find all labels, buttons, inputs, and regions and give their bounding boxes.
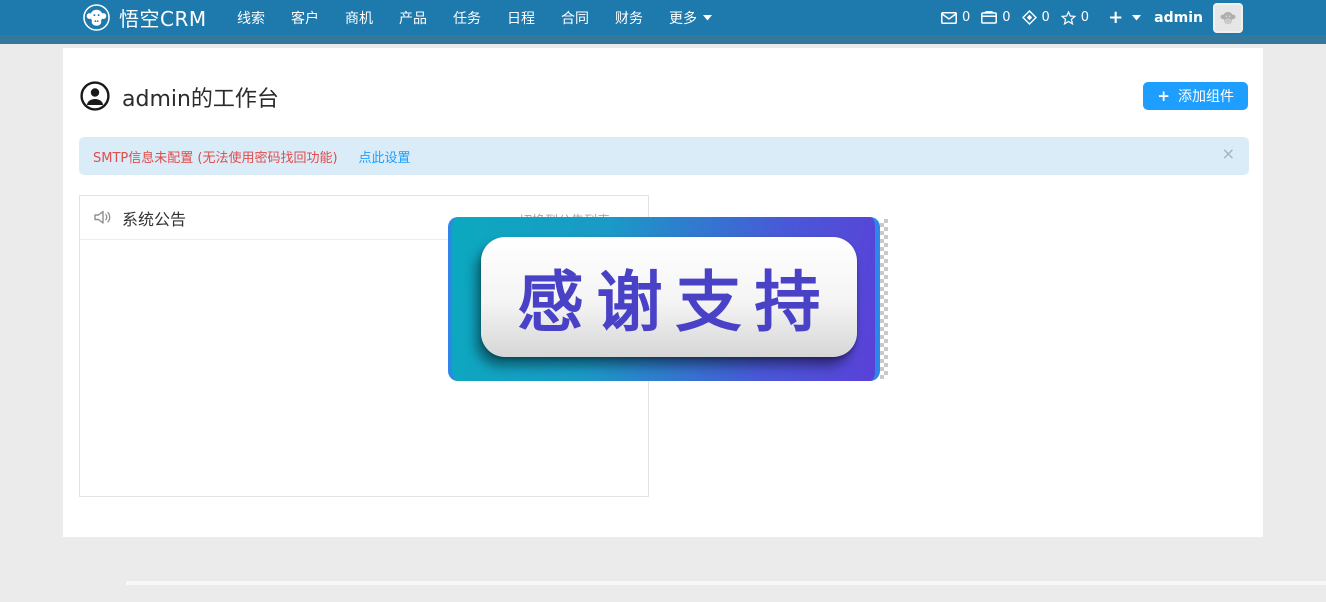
menu-item-leads[interactable]: 线索: [224, 8, 278, 28]
avatar-monkey-image: [1218, 8, 1238, 28]
gem-icon: [1022, 10, 1037, 25]
star-icon: [1061, 11, 1076, 25]
quick-add-caret-icon[interactable]: [1132, 15, 1141, 21]
plus-icon: +: [1157, 89, 1170, 104]
menu-item-schedule[interactable]: 日程: [494, 8, 548, 28]
add-widget-button[interactable]: + 添加组件: [1143, 82, 1248, 110]
smtp-alert-message: SMTP信息未配置 (无法使用密码找回功能): [93, 147, 338, 166]
menu-item-opportunities[interactable]: 商机: [332, 8, 386, 28]
menu-item-more[interactable]: 更多: [656, 8, 725, 28]
main-menu: 线索 客户 商机 产品 任务 日程 合同 财务 更多: [224, 0, 725, 35]
menu-item-customers[interactable]: 客户: [278, 8, 332, 28]
smtp-alert-banner: SMTP信息未配置 (无法使用密码找回功能) 点此设置 ×: [79, 137, 1249, 175]
menu-item-products[interactable]: 产品: [386, 8, 440, 28]
promo-transparency-checker-edge: [880, 219, 888, 379]
star-counter[interactable]: 0: [1061, 10, 1089, 25]
monkey-logo-icon: [83, 4, 110, 31]
caret-down-icon: [703, 15, 712, 21]
promo-text: 感谢支持: [518, 249, 834, 345]
wallet-count: 0: [1002, 10, 1010, 25]
current-username[interactable]: admin: [1154, 10, 1203, 26]
add-widget-label: 添加组件: [1178, 86, 1234, 106]
quick-add-icon[interactable]: +: [1108, 9, 1123, 27]
menu-more-label: 更多: [669, 8, 697, 28]
menu-item-finance[interactable]: 财务: [602, 8, 656, 28]
brand-name: 悟空CRM: [119, 3, 207, 32]
close-icon[interactable]: ×: [1222, 146, 1235, 162]
card-bottom-edge: [126, 581, 1326, 585]
menu-item-tasks[interactable]: 任务: [440, 8, 494, 28]
mail-count: 0: [962, 10, 970, 25]
navbar-shadow-strip: [0, 35, 1326, 44]
gem-counter[interactable]: 0: [1022, 10, 1050, 25]
mail-counter[interactable]: 0: [941, 10, 970, 25]
promo-button-graphic: 感谢支持: [481, 237, 857, 357]
announcement-title: 系统公告: [122, 206, 186, 230]
navbar-right-cluster: 0 0 0: [941, 0, 1243, 35]
wallet-icon: [981, 11, 997, 24]
wallet-counter[interactable]: 0: [981, 10, 1010, 25]
page-title: admin的工作台: [122, 81, 279, 113]
wukong-crm-dashboard: 悟空CRM 线索 客户 商机 产品 任务 日程 合同 财务 更多 0: [0, 0, 1326, 602]
menu-item-contracts[interactable]: 合同: [548, 8, 602, 28]
smtp-setup-link[interactable]: 点此设置: [359, 147, 411, 166]
user-avatar[interactable]: [1213, 3, 1243, 33]
speaker-icon: [93, 209, 112, 226]
promo-overlay-image: 感谢支持: [448, 217, 888, 381]
gem-count: 0: [1042, 10, 1050, 25]
star-count: 0: [1081, 10, 1089, 25]
mail-icon: [941, 12, 957, 24]
user-circle-icon: [80, 81, 110, 115]
brand-logo[interactable]: 悟空CRM: [83, 2, 207, 33]
